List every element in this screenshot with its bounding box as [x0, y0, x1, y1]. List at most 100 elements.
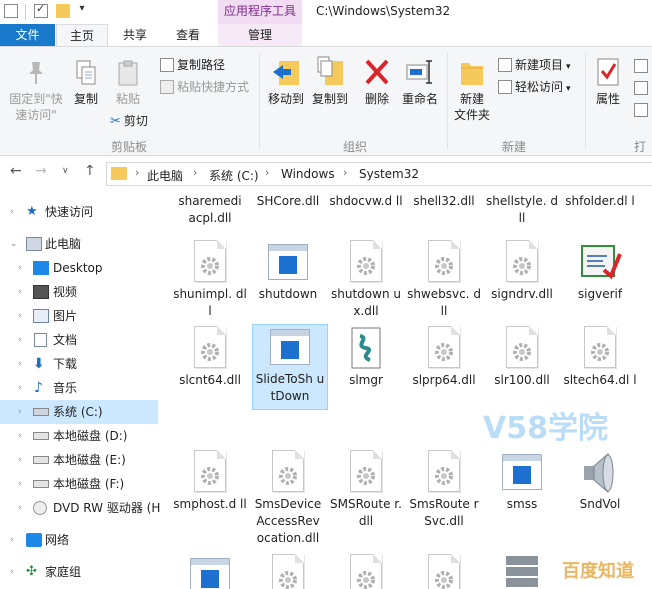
- tab-share[interactable]: 共享: [108, 24, 162, 46]
- list-item[interactable]: shellstyle. dll: [484, 193, 560, 227]
- customize-toolbar-icon[interactable]: ▾: [76, 3, 88, 17]
- breadcrumb-separator-icon[interactable]: ›: [343, 166, 347, 179]
- sidebar-item-pictures[interactable]: › 图片: [0, 304, 158, 328]
- tab-manage[interactable]: 管理: [218, 24, 302, 46]
- list-item[interactable]: shutdown: [250, 240, 326, 303]
- sidebar-item-music[interactable]: › ♪ 音乐: [0, 376, 158, 400]
- list-item[interactable]: [328, 554, 404, 589]
- sidebar-item-homegroup[interactable]: › ✣ 家庭组: [0, 560, 158, 584]
- move-to-button[interactable]: 移动到: [264, 55, 308, 107]
- delete-button[interactable]: 删除: [360, 55, 394, 107]
- new-folder-quick-icon[interactable]: [56, 4, 70, 18]
- list-item[interactable]: shwebsvc. dll: [406, 240, 482, 320]
- list-item[interactable]: [406, 554, 482, 589]
- history-icon[interactable]: [634, 103, 648, 117]
- easy-access-button[interactable]: 轻松访问 ▾: [498, 79, 571, 97]
- list-item[interactable]: sltech64.dl l: [562, 326, 638, 389]
- list-item-selected[interactable]: SlideToSh utDown: [252, 324, 328, 410]
- list-item[interactable]: shell32.dll: [406, 193, 482, 210]
- paste-shortcut-button[interactable]: 粘贴快捷方式: [160, 79, 249, 95]
- copy-path-button[interactable]: 复制路径: [160, 57, 225, 73]
- sidebar-item-desktop[interactable]: › Desktop: [0, 256, 158, 280]
- back-arrow-icon[interactable]: ←: [10, 163, 22, 179]
- chevron-right-icon[interactable]: ›: [18, 376, 22, 400]
- breadcrumb-separator-icon[interactable]: ›: [193, 166, 197, 179]
- list-item[interactable]: shfolder.dl l: [562, 193, 638, 210]
- chevron-down-icon[interactable]: ⌄: [10, 232, 18, 256]
- sidebar-item-local-disk-e[interactable]: › 本地磁盘 (E:): [0, 448, 158, 472]
- cut-button[interactable]: ✂ 剪切: [110, 113, 148, 130]
- list-item[interactable]: SMSRoute r.dll: [328, 450, 404, 530]
- list-item[interactable]: SmsRoute rSvc.dll: [406, 450, 482, 530]
- pin-to-quick-access-button[interactable]: 固定到"快 速访问": [4, 59, 68, 123]
- list-item[interactable]: smphost.d ll: [172, 450, 248, 513]
- breadcrumb-this-pc[interactable]: 此电脑: [147, 167, 183, 184]
- chevron-right-icon[interactable]: ›: [18, 424, 22, 448]
- list-item[interactable]: slcnt64.dll: [172, 326, 248, 389]
- open-icon[interactable]: [634, 59, 648, 73]
- copy-button[interactable]: 复制: [68, 59, 104, 107]
- list-item[interactable]: sharemedi acpl.dll: [172, 193, 248, 227]
- sidebar-item-videos[interactable]: › 视频: [0, 280, 158, 304]
- forward-arrow-icon[interactable]: →: [35, 163, 47, 179]
- new-item-button[interactable]: 新建项目 ▾: [498, 57, 571, 75]
- breadcrumb-system-c[interactable]: 系统 (C:): [209, 167, 259, 184]
- list-item[interactable]: slr100.dll: [484, 326, 560, 389]
- new-folder-button[interactable]: 新建 文件夹: [450, 55, 494, 123]
- list-item[interactable]: SHCore.dll: [250, 193, 326, 210]
- list-item[interactable]: SmsDevice AccessRev ocation.dll: [250, 450, 326, 547]
- up-arrow-icon[interactable]: ↑: [84, 163, 96, 179]
- list-item[interactable]: SndVol: [562, 450, 638, 513]
- chevron-right-icon[interactable]: ›: [18, 256, 22, 280]
- list-item[interactable]: [484, 554, 560, 589]
- checkmark-quick-icon[interactable]: [34, 2, 48, 18]
- paste-button[interactable]: 粘贴: [108, 59, 148, 107]
- list-item[interactable]: [250, 554, 326, 589]
- list-item[interactable]: signdrv.dll: [484, 240, 560, 303]
- list-item[interactable]: slmgr: [328, 326, 404, 389]
- tab-view[interactable]: 查看: [162, 24, 214, 46]
- properties-quick-icon[interactable]: [4, 4, 18, 18]
- breadcrumb-separator-icon[interactable]: ›: [265, 166, 269, 179]
- chevron-right-icon[interactable]: ›: [18, 472, 22, 496]
- edit-icon[interactable]: [634, 81, 648, 95]
- sidebar-item-this-pc[interactable]: ⌄ 此电脑: [0, 232, 158, 256]
- list-item[interactable]: smss: [484, 450, 560, 513]
- chevron-right-icon[interactable]: ›: [18, 280, 22, 304]
- list-item[interactable]: slprp64.dll: [406, 326, 482, 389]
- chevron-right-icon[interactable]: ›: [10, 560, 14, 584]
- chevron-right-icon[interactable]: ›: [18, 304, 22, 328]
- properties-button[interactable]: 属性: [588, 55, 628, 107]
- chevron-right-icon[interactable]: ›: [10, 200, 14, 224]
- chevron-right-icon[interactable]: ›: [18, 328, 22, 352]
- recent-locations-chevron-icon[interactable]: ∨: [62, 166, 69, 176]
- breadcrumb-system32[interactable]: System32: [359, 167, 419, 181]
- sidebar-item-dvd-drive[interactable]: › DVD RW 驱动器 (H: [0, 496, 160, 520]
- sidebar-item-downloads[interactable]: › ⬇ 下载: [0, 352, 158, 376]
- list-item[interactable]: [172, 554, 248, 589]
- chevron-right-icon[interactable]: ›: [18, 448, 22, 472]
- tab-home[interactable]: 主页: [56, 24, 108, 46]
- list-item[interactable]: shunimpl. dll: [172, 240, 248, 320]
- chevron-right-icon[interactable]: ›: [18, 496, 22, 520]
- list-item[interactable]: shutdown ux.dll: [328, 240, 404, 320]
- pin-label-line2: 速访问": [15, 108, 57, 122]
- list-item[interactable]: sigverif: [562, 240, 638, 303]
- sidebar-item-system-c[interactable]: › 系统 (C:): [0, 400, 158, 424]
- sidebar-item-documents[interactable]: › 文档: [0, 328, 158, 352]
- tab-file[interactable]: 文件: [0, 24, 55, 46]
- sidebar-item-network[interactable]: › 网络: [0, 528, 158, 552]
- sidebar-item-local-disk-f[interactable]: › 本地磁盘 (F:): [0, 472, 158, 496]
- rename-button[interactable]: 重命名: [398, 55, 442, 107]
- copy-to-button[interactable]: 复制到: [308, 55, 352, 107]
- sidebar-item-local-disk-d[interactable]: › 本地磁盘 (D:): [0, 424, 158, 448]
- folder-icon: [111, 167, 127, 180]
- breadcrumb-separator-icon[interactable]: ›: [135, 166, 139, 179]
- chevron-right-icon[interactable]: ›: [18, 400, 22, 424]
- list-item[interactable]: shdocvw.d ll: [328, 193, 404, 210]
- address-bar[interactable]: › 此电脑 › 系统 (C:) › Windows › System32: [106, 162, 652, 186]
- breadcrumb-windows[interactable]: Windows: [281, 167, 335, 181]
- chevron-right-icon[interactable]: ›: [10, 528, 14, 552]
- chevron-right-icon[interactable]: ›: [18, 352, 22, 376]
- sidebar-item-quick-access[interactable]: › ★ 快速访问: [0, 200, 158, 224]
